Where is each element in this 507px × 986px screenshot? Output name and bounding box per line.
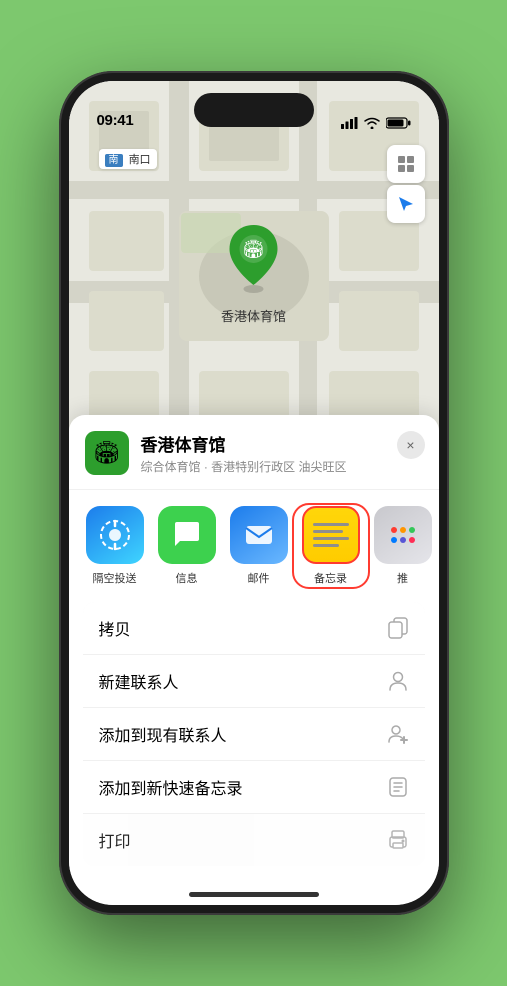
dynamic-island	[194, 93, 314, 127]
map-area: 南 南口	[69, 81, 439, 461]
marker-pin-svg: 🏟	[221, 221, 285, 293]
note-line-4	[313, 544, 339, 547]
close-button[interactable]: ×	[397, 431, 425, 459]
airdrop-icon	[86, 506, 144, 564]
place-name: 香港体育馆	[141, 431, 423, 456]
phone-frame: 09:41	[59, 71, 449, 915]
action-list: 拷贝 新建联系人 添加到现有联系人	[83, 602, 425, 866]
messages-icon	[158, 506, 216, 564]
status-time: 09:41	[97, 112, 134, 129]
place-emoji: 🏟	[93, 440, 121, 466]
share-app-more[interactable]: 推	[367, 506, 439, 586]
map-label-text: 南口	[129, 154, 151, 166]
messages-label: 信息	[176, 570, 198, 586]
action-new-contact-label: 新建联系人	[99, 669, 179, 693]
notes-icon	[302, 506, 360, 564]
map-view-button[interactable]	[387, 145, 425, 183]
place-subtitle: 综合体育馆 · 香港特别行政区 油尖旺区	[141, 458, 423, 475]
phone-screen: 09:41	[69, 81, 439, 905]
action-print-label: 打印	[99, 828, 131, 852]
person-icon	[387, 670, 409, 692]
share-app-mail[interactable]: 邮件	[223, 506, 295, 586]
place-details: 香港体育馆 综合体育馆 · 香港特别行政区 油尖旺区	[141, 431, 423, 475]
mail-icon	[230, 506, 288, 564]
action-add-existing-label: 添加到现有联系人	[99, 722, 227, 746]
location-button[interactable]	[387, 185, 425, 223]
place-icon: 🏟	[85, 431, 129, 475]
share-app-notes[interactable]: 备忘录	[295, 506, 367, 586]
location-arrow-icon	[397, 195, 415, 213]
printer-icon	[387, 829, 409, 851]
home-indicator	[189, 892, 319, 897]
more-label: 推	[397, 570, 408, 586]
action-item-new-contact[interactable]: 新建联系人	[83, 655, 425, 708]
action-item-add-existing[interactable]: 添加到现有联系人	[83, 708, 425, 761]
location-marker: 🏟 香港体育馆	[221, 221, 286, 325]
marker-label: 香港体育馆	[221, 306, 286, 325]
map-label: 南 南口	[99, 149, 157, 169]
svg-text:🏟: 🏟	[242, 239, 265, 259]
more-icon	[374, 506, 432, 564]
close-icon: ×	[406, 437, 414, 453]
note-line-1	[313, 523, 349, 526]
note-line-3	[313, 537, 349, 540]
mail-label: 邮件	[248, 570, 270, 586]
status-icons	[341, 117, 411, 129]
signal-icon	[341, 117, 358, 129]
note-line-2	[313, 530, 343, 533]
action-item-copy[interactable]: 拷贝	[83, 602, 425, 655]
share-app-airdrop[interactable]: 隔空投送	[79, 506, 151, 586]
notes-lines	[307, 519, 355, 551]
airdrop-label: 隔空投送	[93, 570, 137, 586]
person-add-icon	[387, 723, 409, 745]
share-app-messages[interactable]: 信息	[151, 506, 223, 586]
notes-label: 备忘录	[314, 570, 347, 586]
action-copy-label: 拷贝	[99, 616, 131, 640]
bottom-sheet: 🏟 香港体育馆 综合体育馆 · 香港特别行政区 油尖旺区 ×	[69, 415, 439, 905]
memo-icon	[387, 776, 409, 798]
action-item-add-notes[interactable]: 添加到新快速备忘录	[83, 761, 425, 814]
wifi-icon	[364, 117, 380, 129]
place-info: 🏟 香港体育馆 综合体育馆 · 香港特别行政区 油尖旺区 ×	[69, 431, 439, 490]
map-controls	[387, 145, 425, 223]
action-item-print[interactable]: 打印	[83, 814, 425, 866]
share-apps-row: 隔空投送 信息	[69, 490, 439, 594]
more-dots	[391, 527, 415, 543]
battery-icon	[386, 117, 411, 129]
action-add-notes-label: 添加到新快速备忘录	[99, 775, 243, 799]
copy-icon	[387, 617, 409, 639]
